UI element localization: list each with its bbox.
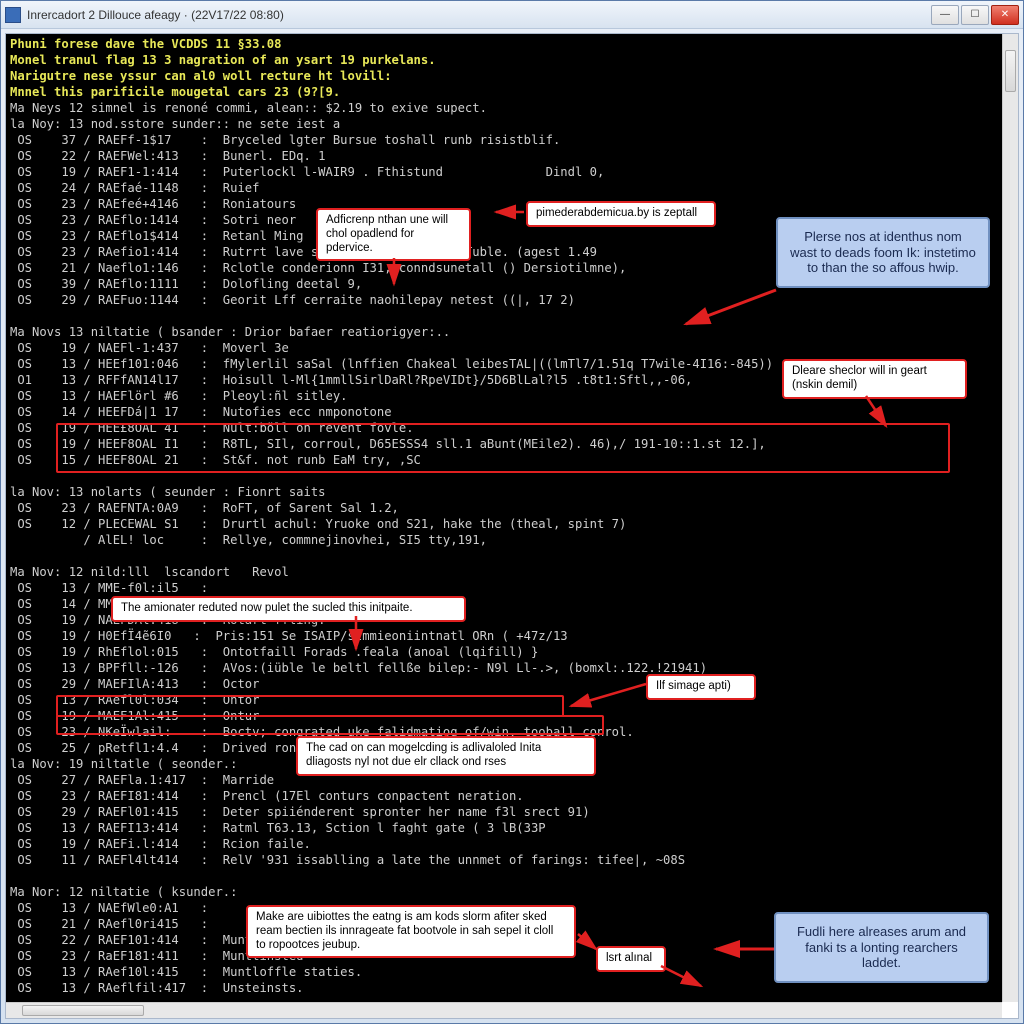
maximize-button[interactable]: ☐ [961, 5, 989, 25]
client-area: Phuni forese dave the VCDDS 11 §33.08 Mo… [5, 33, 1019, 1019]
window-title: Inrercadort 2 Dillouce afeagy · (22V17/2… [27, 8, 931, 22]
horizontal-scrollbar[interactable] [6, 1002, 1002, 1018]
app-window: Inrercadort 2 Dillouce afeagy · (22V17/2… [0, 0, 1024, 1024]
close-button[interactable]: ✕ [991, 5, 1019, 25]
vertical-scrollbar[interactable] [1002, 34, 1018, 1002]
app-icon [5, 7, 21, 23]
minimize-button[interactable]: — [931, 5, 959, 25]
titlebar: Inrercadort 2 Dillouce afeagy · (22V17/2… [1, 1, 1023, 29]
console-output: Phuni forese dave the VCDDS 11 §33.08 Mo… [6, 34, 1002, 1002]
console-viewport: Phuni forese dave the VCDDS 11 §33.08 Mo… [6, 34, 1002, 1002]
window-buttons: — ☐ ✕ [931, 5, 1019, 25]
